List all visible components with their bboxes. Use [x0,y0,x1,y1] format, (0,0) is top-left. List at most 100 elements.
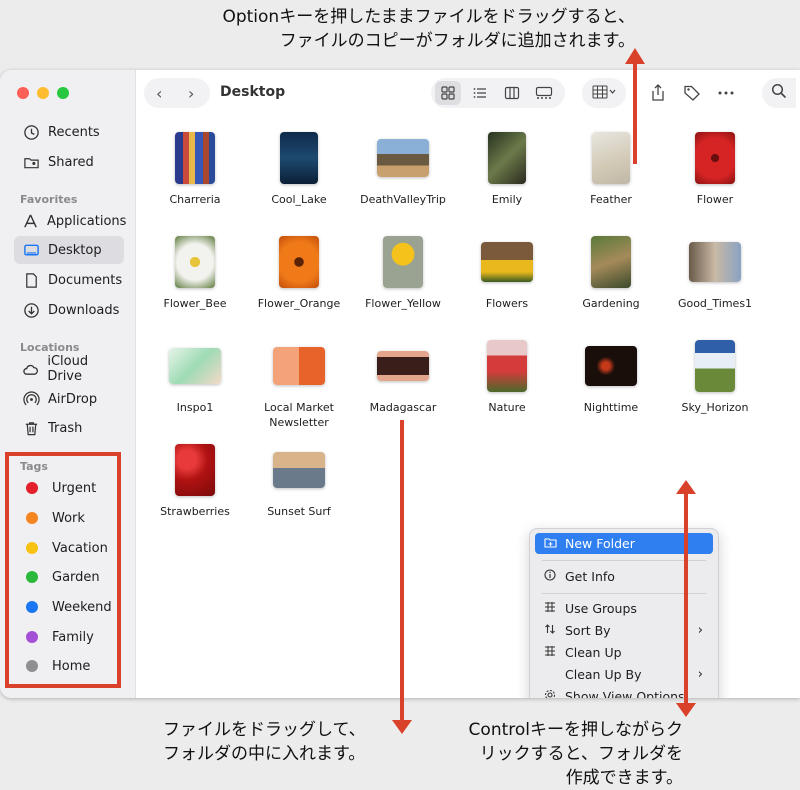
sidebar-item-desktop[interactable]: Desktop [14,236,124,264]
file-thumbnail [175,236,215,288]
callout-line: フォルダの中に入れます。 [163,744,366,764]
gallery-view-icon[interactable] [531,81,557,105]
file-label: Flower_Yellow [365,297,441,310]
file-item[interactable]: Emily [455,132,559,207]
file-label: Strawberries [160,505,230,518]
file-thumbnail [377,351,429,381]
file-thumbnail [488,132,526,184]
menu-item-label: Get Info [565,569,615,584]
file-thumbnail [280,132,318,184]
sidebar-item-documents[interactable]: Documents [14,266,124,294]
file-label: Flowers [485,297,529,310]
control-click-arrow [684,488,688,706]
sort-icon [543,623,557,638]
file-thumbnail [175,444,215,496]
clock-icon [22,123,40,141]
file-label: Emily [491,193,523,206]
zoom-window-button[interactable] [57,87,69,99]
clean-up-icon [543,645,557,660]
file-item[interactable]: Nature [455,340,559,415]
sidebar-item-label: iCloud Drive [47,354,89,384]
document-icon [22,271,40,289]
arrow-head-up-icon [625,48,645,64]
back-chevron-icon[interactable]: ‹ [156,84,162,103]
file-label: Cool_Lake [271,193,327,206]
option-drag-arrow [633,60,637,164]
sidebar-item-icloud-drive[interactable]: iCloud Drive [14,354,124,384]
icon-view-icon[interactable] [435,81,461,105]
file-label: Gardening [582,297,640,310]
file-item[interactable]: Flowers [455,236,559,311]
file-item[interactable]: Flower_Yellow [351,236,455,311]
file-thumbnail [591,236,631,288]
forward-chevron-icon[interactable]: › [188,84,194,103]
file-thumbnail [169,348,221,384]
file-item[interactable]: Cool_Lake [247,132,351,207]
file-label: Feather [590,193,632,206]
desktop-icon [22,241,40,259]
callout-line: 作成できます。 [565,768,683,788]
share-icon[interactable] [648,83,668,103]
sidebar-item-downloads[interactable]: Downloads [14,296,124,324]
file-item[interactable]: Sunset Surf [247,444,351,519]
sidebar-item-recents[interactable]: Recents [14,118,124,146]
file-thumbnail [273,347,325,385]
sidebar-item-airdrop[interactable]: AirDrop [14,385,124,413]
window-title: Desktop [220,84,286,100]
column-view-icon[interactable] [499,81,525,105]
file-thumbnail [383,236,423,288]
file-item[interactable]: Inspo1 [143,340,247,415]
callout-option-drag: Optionキーを押したままファイルをドラッグすると、 ファイルのコピーがフォル… [165,5,635,53]
file-label: Flower [696,193,734,206]
download-icon [22,301,40,319]
info-icon [543,569,557,584]
file-item[interactable]: Gardening [559,236,663,311]
file-label: Local Market Newsletter [264,401,334,429]
file-item[interactable]: Flower_Bee [143,236,247,311]
view-mode-selector [431,78,565,108]
file-thumbnail [695,340,735,392]
trash-icon [22,419,40,437]
minimize-window-button[interactable] [37,87,49,99]
file-item[interactable]: DeathValleyTrip [351,132,455,207]
file-label: Sky_Horizon [681,401,749,414]
sidebar-item-shared[interactable]: Shared [14,148,124,176]
file-item[interactable]: Feather [559,132,663,207]
applications-icon [22,212,39,230]
file-item[interactable]: Sky_Horizon [663,340,767,415]
file-label: Sunset Surf [267,505,331,518]
arrow-head-down-icon [392,720,412,734]
group-by-button[interactable] [582,78,626,108]
sidebar-item-label: Shared [48,154,94,170]
file-item[interactable]: Good_Times1 [663,236,767,311]
drag-into-folder-arrow [400,420,404,722]
file-item[interactable]: Local Market Newsletter [247,340,351,430]
sidebar-item-label: AirDrop [48,391,98,407]
callout-drag-into-folder: ファイルをドラッグして、 フォルダの中に入れます。 [163,718,366,766]
file-item[interactable]: Nighttime [559,340,663,415]
sidebar-item-applications[interactable]: Applications [14,207,126,235]
search-icon [771,83,787,103]
file-item[interactable]: Madagascar [351,340,455,415]
more-icon[interactable] [716,83,736,103]
list-view-icon[interactable] [467,81,493,105]
file-thumbnail [279,236,319,288]
search-button[interactable] [762,78,796,108]
menu-item-label: New Folder [565,536,635,551]
file-item[interactable]: Strawberries [143,444,247,519]
sidebar-item-trash[interactable]: Trash [14,414,124,442]
file-label: DeathValleyTrip [360,193,446,206]
menu-item-label: Clean Up By [565,667,642,682]
tag-icon[interactable] [682,83,702,103]
file-item[interactable]: Flower [663,132,767,207]
file-label: Nighttime [583,401,639,414]
callout-line: Optionキーを押したままファイルをドラッグすると、 [222,7,635,27]
file-thumbnail [695,132,735,184]
menu-item-label: Use Groups [565,601,637,616]
file-item[interactable]: Charreria [143,132,247,207]
sidebar-item-label: Downloads [48,302,120,318]
close-window-button[interactable] [17,87,29,99]
file-thumbnail [481,242,533,282]
gear-icon [543,689,557,698]
file-item[interactable]: Flower_Orange [247,236,351,311]
